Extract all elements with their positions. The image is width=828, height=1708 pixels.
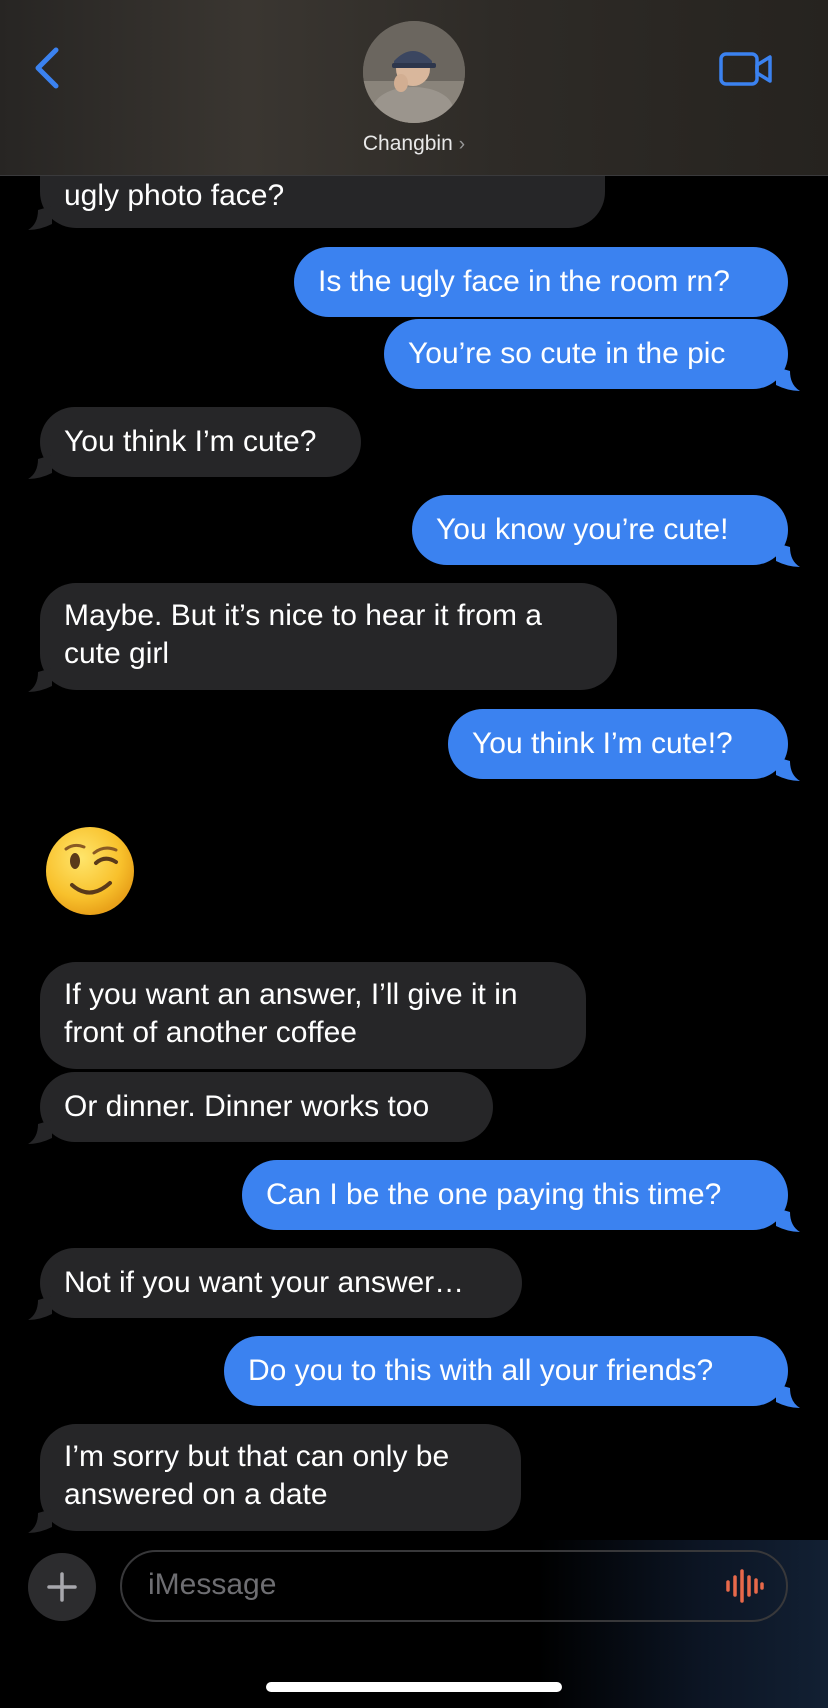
message-bubble-outgoing[interactable]: You’re so cute in the pic	[384, 319, 800, 391]
message-input-placeholder: iMessage	[148, 1568, 277, 1601]
bubble-tail	[28, 1296, 52, 1320]
message-bubble-incoming[interactable]: If you want an answer, I’ll give it in f…	[40, 962, 586, 1069]
message-text: You’re so cute in the pic	[408, 337, 726, 370]
bubble-tail	[776, 543, 800, 567]
bubble-tail	[28, 668, 52, 692]
message-text: ugly photo face?	[64, 179, 285, 212]
waveform-icon[interactable]	[724, 1568, 764, 1604]
plus-icon	[47, 1572, 77, 1602]
message-text: You think I’m cute!?	[472, 727, 733, 760]
message-text: You know you’re cute!	[436, 513, 729, 546]
message-text: I’m sorry but that can only be answered …	[64, 1440, 450, 1511]
contact-name[interactable]: Changbin ›	[0, 132, 828, 156]
message-text: Or dinner. Dinner works too	[64, 1090, 430, 1123]
message-bubble-incoming[interactable]: Not if you want your answer…	[28, 1248, 522, 1320]
message-bubble-outgoing[interactable]: Can I be the one paying this time?	[242, 1160, 800, 1232]
message-bubble-outgoing[interactable]: Is the ugly face in the room rn?	[294, 247, 788, 317]
chevron-left-icon[interactable]	[28, 44, 68, 92]
message-text: Can I be the one paying this time?	[266, 1178, 722, 1211]
message-text: Do you to this with all your friends?	[248, 1354, 714, 1387]
message-bubble-outgoing[interactable]: You think I’m cute!?	[448, 709, 800, 781]
bubble-tail	[28, 1120, 52, 1144]
bubble-tail	[28, 1509, 52, 1533]
message-bubble-outgoing[interactable]: You know you’re cute!	[412, 495, 800, 567]
home-indicator[interactable]	[266, 1682, 562, 1692]
message-text: Is the ugly face in the room rn?	[318, 265, 730, 298]
avatar[interactable]	[363, 21, 465, 123]
message-bubble-incoming[interactable]: Maybe. But it’s nice to hear it from a c…	[28, 583, 617, 692]
video-camera-icon[interactable]	[718, 50, 774, 88]
bubble-tail	[776, 1384, 800, 1408]
message-text: Maybe. But it’s nice to hear it from a c…	[64, 599, 542, 670]
message-input[interactable]: iMessage	[120, 1550, 788, 1622]
conversation-header: Changbin ›	[0, 0, 828, 176]
message-text: You think I’m cute?	[64, 425, 317, 458]
message-text: If you want an answer, I’ll give it in f…	[64, 978, 518, 1049]
message-bubble-incoming[interactable]: You think I’m cute?	[28, 407, 361, 479]
message-text: Not if you want your answer…	[64, 1266, 465, 1299]
plus-button[interactable]	[28, 1553, 96, 1621]
message-bubble-incoming[interactable]: Or dinner. Dinner works too	[28, 1072, 493, 1144]
bubble-tail	[776, 757, 800, 781]
bubble-tail	[28, 206, 52, 230]
bubble-tail	[776, 1208, 800, 1232]
chevron-right-icon: ›	[458, 134, 466, 155]
message-bubble-incoming[interactable]: I’m sorry but that can only be answered …	[28, 1424, 521, 1533]
winking-face-icon[interactable]	[44, 825, 136, 917]
message-bubble-outgoing[interactable]: Do you to this with all your friends?	[224, 1336, 800, 1408]
bubble-tail	[28, 455, 52, 479]
contact-name-label: Changbin	[362, 132, 453, 155]
bubble-tail	[776, 367, 800, 391]
